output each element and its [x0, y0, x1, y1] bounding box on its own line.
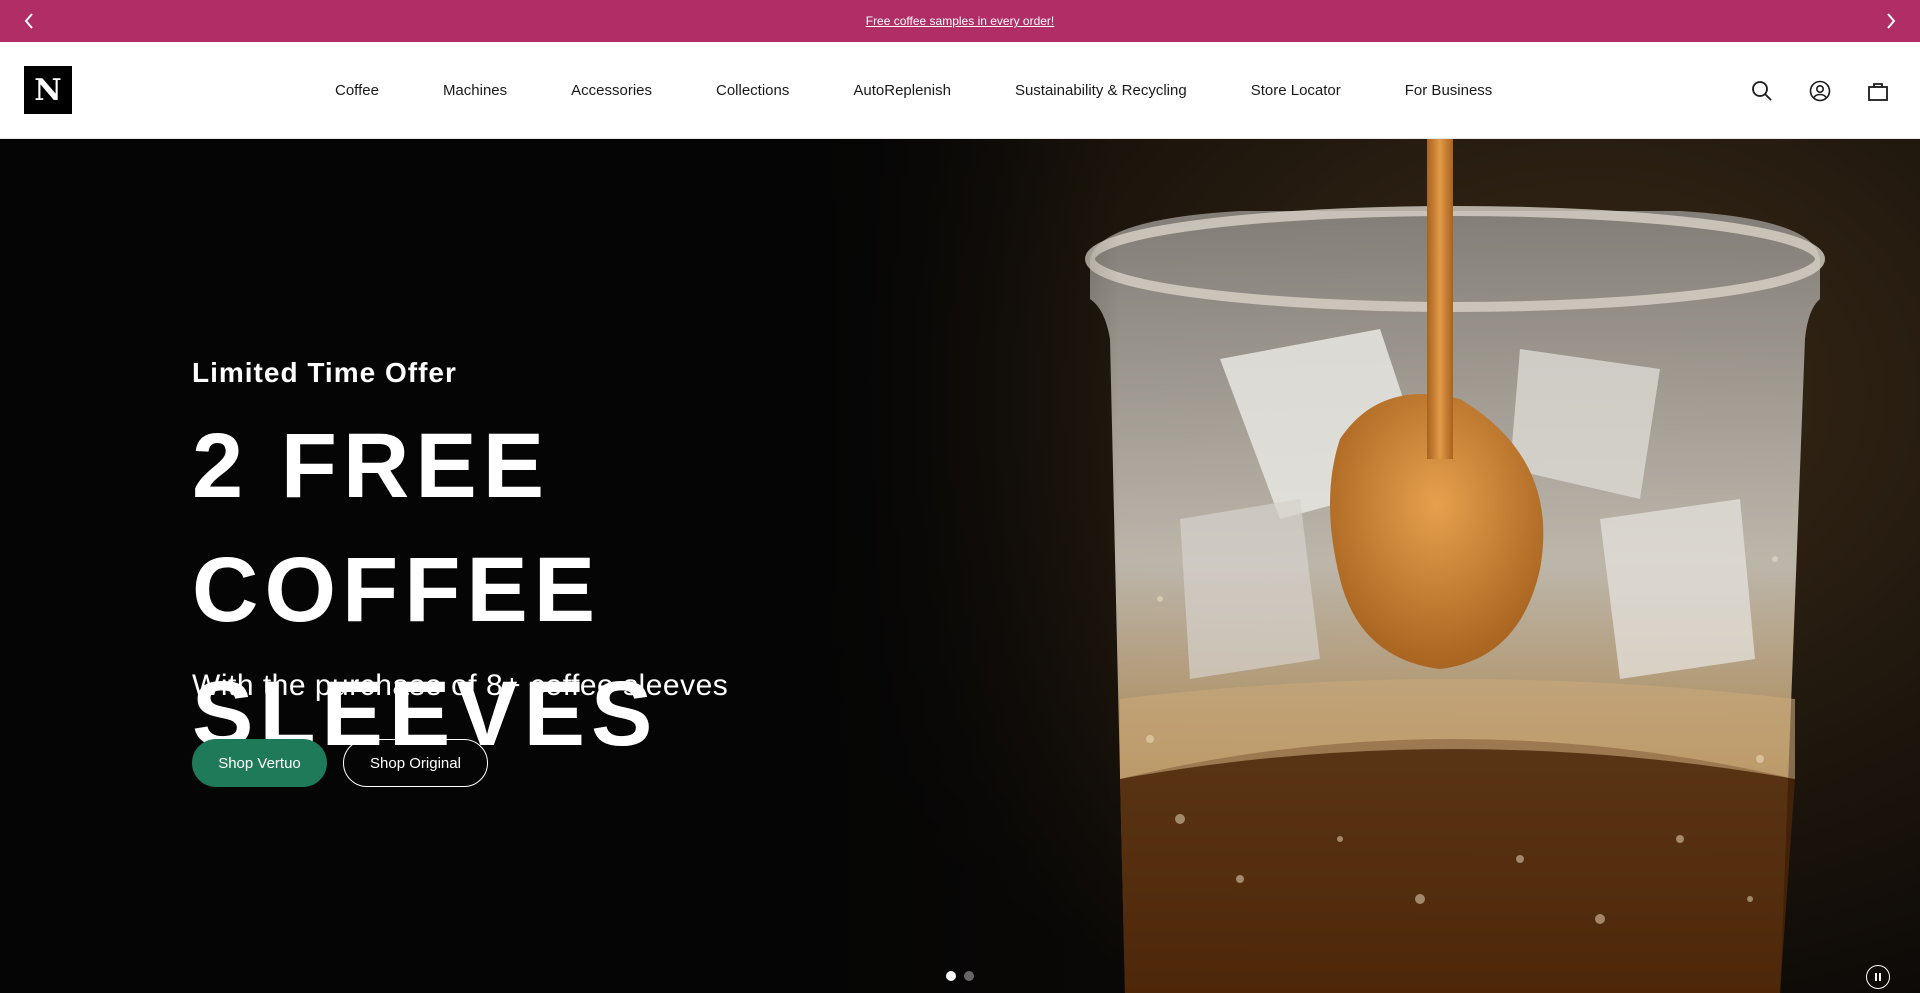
promo-prev-button[interactable]	[8, 0, 50, 42]
site-header: N Coffee Machines Accessories Collection…	[0, 42, 1920, 139]
slide-dot-1[interactable]	[946, 971, 956, 981]
shop-vertuo-button[interactable]: Shop Vertuo	[192, 739, 327, 787]
logo-letter: N	[34, 72, 62, 108]
search-icon	[1752, 80, 1772, 101]
slide-indicators	[946, 971, 974, 981]
slide-dot-2[interactable]	[964, 971, 974, 981]
hero-eyebrow: Limited Time Offer	[192, 357, 457, 388]
promo-link[interactable]: Free coffee samples in every order!	[866, 14, 1055, 28]
account-icon	[1809, 80, 1831, 101]
chevron-left-icon	[24, 13, 33, 29]
promo-bar: Free coffee samples in every order!	[0, 0, 1920, 42]
pause-icon	[1875, 973, 1877, 981]
nav-for-business[interactable]: For Business	[1405, 82, 1493, 99]
nav-accessories[interactable]: Accessories	[571, 82, 652, 99]
hero-banner: Limited Time Offer 2 FREE COFFEE SLEEVES…	[0, 139, 1920, 993]
nav-coffee[interactable]: Coffee	[335, 82, 379, 99]
hero-headline: 2 FREE COFFEE SLEEVES	[192, 415, 659, 765]
header-actions	[1750, 42, 1890, 139]
nav-autoreplenish[interactable]: AutoReplenish	[853, 82, 951, 99]
cart-button[interactable]	[1866, 79, 1890, 103]
brand-logo[interactable]: N	[24, 66, 72, 114]
nav-machines[interactable]: Machines	[443, 82, 507, 99]
bag-icon	[1868, 82, 1888, 101]
account-button[interactable]	[1808, 79, 1832, 103]
nav-sustainability[interactable]: Sustainability & Recycling	[1015, 82, 1187, 99]
shop-original-button[interactable]: Shop Original	[343, 739, 488, 787]
nav-collections[interactable]: Collections	[716, 82, 789, 99]
main-nav: Coffee Machines Accessories Collections …	[335, 42, 1492, 139]
promo-next-button[interactable]	[1870, 0, 1912, 42]
pause-button[interactable]	[1866, 965, 1890, 989]
search-button[interactable]	[1750, 79, 1774, 103]
hero-subline: With the purchase of 8+ coffee sleeves	[192, 669, 729, 702]
nav-store-locator[interactable]: Store Locator	[1251, 82, 1341, 99]
chevron-right-icon	[1887, 13, 1896, 29]
